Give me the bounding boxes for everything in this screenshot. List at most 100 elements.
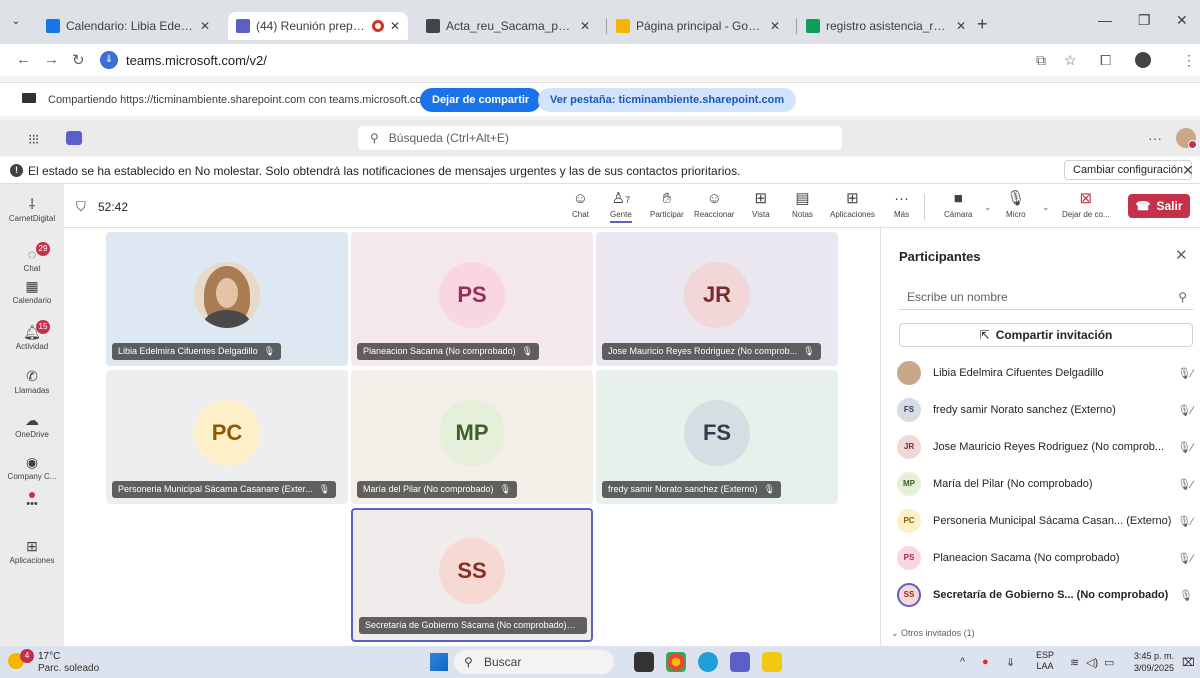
- video-tile[interactable]: Libia Edelmira Cifuentes Delgadillo 🎙︎: [106, 232, 348, 366]
- participant-name-tag: Planeacion Sacama (No comprobado) 🎙︎: [357, 343, 540, 360]
- raise-hand-button[interactable]: ✋︎ Participar: [650, 190, 684, 219]
- video-tile[interactable]: PC Personeria Municipal Sácama Casanare (…: [106, 370, 348, 504]
- video-tile[interactable]: PS Planeacion Sacama (No comprobado) 🎙︎: [351, 232, 593, 366]
- stop-sharing-button[interactable]: Dejar de compartir: [420, 88, 542, 112]
- bookmark-star-icon[interactable]: ☆: [1064, 52, 1077, 69]
- rail-item-more[interactable]: •••: [0, 492, 64, 510]
- rail-item-company[interactable]: ◉ Company C...: [0, 454, 64, 481]
- new-tab-button[interactable]: +: [977, 14, 988, 35]
- tab-close-icon[interactable]: ✕: [200, 19, 210, 33]
- chat-button[interactable]: ☺ Chat: [572, 190, 589, 219]
- other-invitees-toggle[interactable]: ⌄ Otros invitados (1): [891, 628, 975, 639]
- teams-taskbar-icon[interactable]: [730, 652, 750, 672]
- sharing-infobar: Compartiendo https://ticminambiente.shar…: [0, 82, 1200, 116]
- carnet-icon: ⸸: [28, 196, 36, 212]
- video-tile[interactable]: JR Jose Mauricio Reyes Rodriguez (No comp…: [596, 232, 838, 366]
- view-tab-button[interactable]: Ver pestaña: ticminambiente.sharepoint.c…: [538, 88, 797, 112]
- app-launcher-icon[interactable]: ⁝⁝⁝: [28, 131, 39, 148]
- notifications-icon[interactable]: ⌧: [1182, 656, 1195, 669]
- back-icon[interactable]: ←: [16, 51, 31, 68]
- participant-row[interactable]: JR Jose Mauricio Reyes Rodriguez (No comp…: [897, 434, 1193, 460]
- browser-tab[interactable]: Calendario: Libia Edelmira Cifue ✕: [38, 12, 218, 40]
- teams-search-input[interactable]: ⚲ Búsqueda (Ctrl+Alt+E): [358, 126, 842, 150]
- rail-item-chat[interactable]: ◌ 29 Chat: [0, 242, 64, 273]
- minimize-icon[interactable]: —: [1098, 12, 1112, 28]
- participant-row[interactable]: SS Secretaría de Gobierno S... (No compro…: [897, 582, 1193, 608]
- more-options-icon[interactable]: ···: [1148, 130, 1162, 146]
- video-tile[interactable]: FS fredy samir Norato sanchez (Externo) 🎙︎: [596, 370, 838, 504]
- video-tile[interactable]: MP María del Pilar (No comprobado) 🎙︎: [351, 370, 593, 504]
- phone-icon: ✆: [26, 368, 38, 384]
- cast-icon[interactable]: ⧉: [1036, 52, 1046, 69]
- site-info-icon[interactable]: ⇓: [100, 51, 118, 69]
- task-view-icon[interactable]: [634, 652, 654, 672]
- stop-presenting-button[interactable]: ⊠ Dejar de co...: [1062, 190, 1110, 219]
- banner-close-icon[interactable]: ✕: [1182, 162, 1194, 179]
- participant-row[interactable]: Libia Edelmira Cifuentes Delgadillo 🎙︎⁄: [897, 360, 1193, 386]
- participant-search-input[interactable]: Escribe un nombre ⚲: [899, 286, 1193, 310]
- browser-tab[interactable]: Acta_reu_Sacama_preparato ✕: [418, 12, 598, 40]
- tab-close-icon[interactable]: ✕: [956, 19, 966, 33]
- tray-usb-icon[interactable]: ⇓: [1006, 656, 1015, 669]
- language-indicator[interactable]: ESP LAA: [1036, 650, 1054, 672]
- chrome-icon[interactable]: [666, 652, 686, 672]
- taskbar-search[interactable]: ⚲ Buscar: [454, 650, 614, 674]
- extensions-icon[interactable]: ⧠: [1100, 52, 1111, 69]
- leave-button[interactable]: ☎ Salir: [1128, 194, 1190, 218]
- more-button[interactable]: ··· Más: [894, 190, 909, 219]
- change-settings-button[interactable]: Cambiar configuración: [1064, 160, 1193, 180]
- mic-label: Micro: [1006, 210, 1026, 219]
- tray-chevron-icon[interactable]: ^: [960, 656, 965, 668]
- browser-tab[interactable]: (44) Reunión preparatoria N ✕: [228, 12, 408, 40]
- rail-item-calendar[interactable]: ▦ Calendario: [0, 278, 64, 305]
- restore-icon[interactable]: ❐: [1138, 12, 1151, 29]
- mic-options-chevron-icon[interactable]: ⌄: [1042, 202, 1050, 213]
- tab-search-icon[interactable]: ⌄: [8, 14, 24, 30]
- panel-close-icon[interactable]: ✕: [1175, 246, 1188, 264]
- mic-muted-icon: 🎙︎⁄: [1177, 441, 1193, 454]
- browser-tab[interactable]: Página principal - Google Drive ✕: [608, 12, 788, 40]
- file-explorer-icon[interactable]: [762, 652, 782, 672]
- video-tile[interactable]: SS Secretaría de Gobierno Sácama (No comp…: [351, 508, 593, 642]
- volume-icon[interactable]: ◁): [1086, 656, 1098, 669]
- participant-row[interactable]: PC Personeria Municipal Sácama Casan... (…: [897, 508, 1193, 534]
- browser-tab[interactable]: registro asistencia_reuniones e ✕: [798, 12, 974, 40]
- clock[interactable]: 3:45 p. m. 3/09/2025: [1120, 650, 1174, 674]
- react-button[interactable]: ☺ Reaccionar: [694, 190, 734, 219]
- teams-logo-icon: [66, 131, 82, 145]
- start-button[interactable]: [430, 653, 448, 671]
- mic-muted-icon: 🎙︎: [499, 484, 511, 494]
- tab-close-icon[interactable]: ✕: [770, 19, 780, 33]
- window-close-icon[interactable]: ✕: [1176, 12, 1188, 29]
- participant-row[interactable]: MP María del Pilar (No comprobado) 🎙︎⁄: [897, 471, 1193, 497]
- rail-item-carnetdigital[interactable]: ⸸ CarnetDigital: [0, 196, 64, 223]
- rail-item-onedrive[interactable]: ☁ OneDrive: [0, 412, 64, 439]
- rail-item-apps[interactable]: ⊞ Aplicaciones: [0, 538, 64, 565]
- participant-row[interactable]: FS fredy samir Norato sanchez (Externo) 🎙︎…: [897, 397, 1193, 423]
- participant-avatar: FS: [897, 398, 921, 422]
- wifi-icon[interactable]: ≋: [1070, 656, 1079, 669]
- camera-button[interactable]: ■ Cámara: [944, 190, 972, 219]
- edge-icon[interactable]: [698, 652, 718, 672]
- forward-icon[interactable]: →: [44, 51, 59, 68]
- mic-button[interactable]: 🎙︎ Micro: [1006, 190, 1026, 219]
- rail-item-calls[interactable]: ✆ Llamadas: [0, 368, 64, 395]
- profile-avatar[interactable]: [1135, 52, 1151, 68]
- tab-close-icon[interactable]: ✕: [580, 19, 590, 33]
- browser-menu-icon[interactable]: ⋮: [1182, 52, 1196, 69]
- camera-options-chevron-icon[interactable]: ⌄: [984, 202, 992, 213]
- people-button[interactable]: ♙7 Gente: [610, 190, 632, 223]
- notes-button[interactable]: ▤ Notas: [792, 190, 813, 219]
- tab-close-icon[interactable]: ✕: [390, 19, 400, 33]
- rail-item-activity[interactable]: 🔔︎ 15 Actividad: [0, 320, 64, 351]
- share-invite-button[interactable]: ⇱ Compartir invitación: [899, 323, 1193, 347]
- participant-row[interactable]: PS Planeacion Sacama (No comprobado) 🎙︎⁄: [897, 545, 1193, 571]
- url-field[interactable]: ⇓ teams.microsoft.com/v2/: [100, 48, 1010, 72]
- hang-up-icon: ☎: [1135, 199, 1151, 213]
- reload-icon[interactable]: ↻: [72, 51, 85, 69]
- apps-button[interactable]: ⊞ Aplicaciones: [830, 190, 875, 219]
- tray-app-icon[interactable]: ●: [982, 656, 989, 668]
- mic-on-icon: 🎙︎: [1179, 589, 1193, 602]
- battery-icon[interactable]: ▭: [1104, 656, 1114, 669]
- view-button[interactable]: ⊞ Vista: [752, 190, 770, 219]
